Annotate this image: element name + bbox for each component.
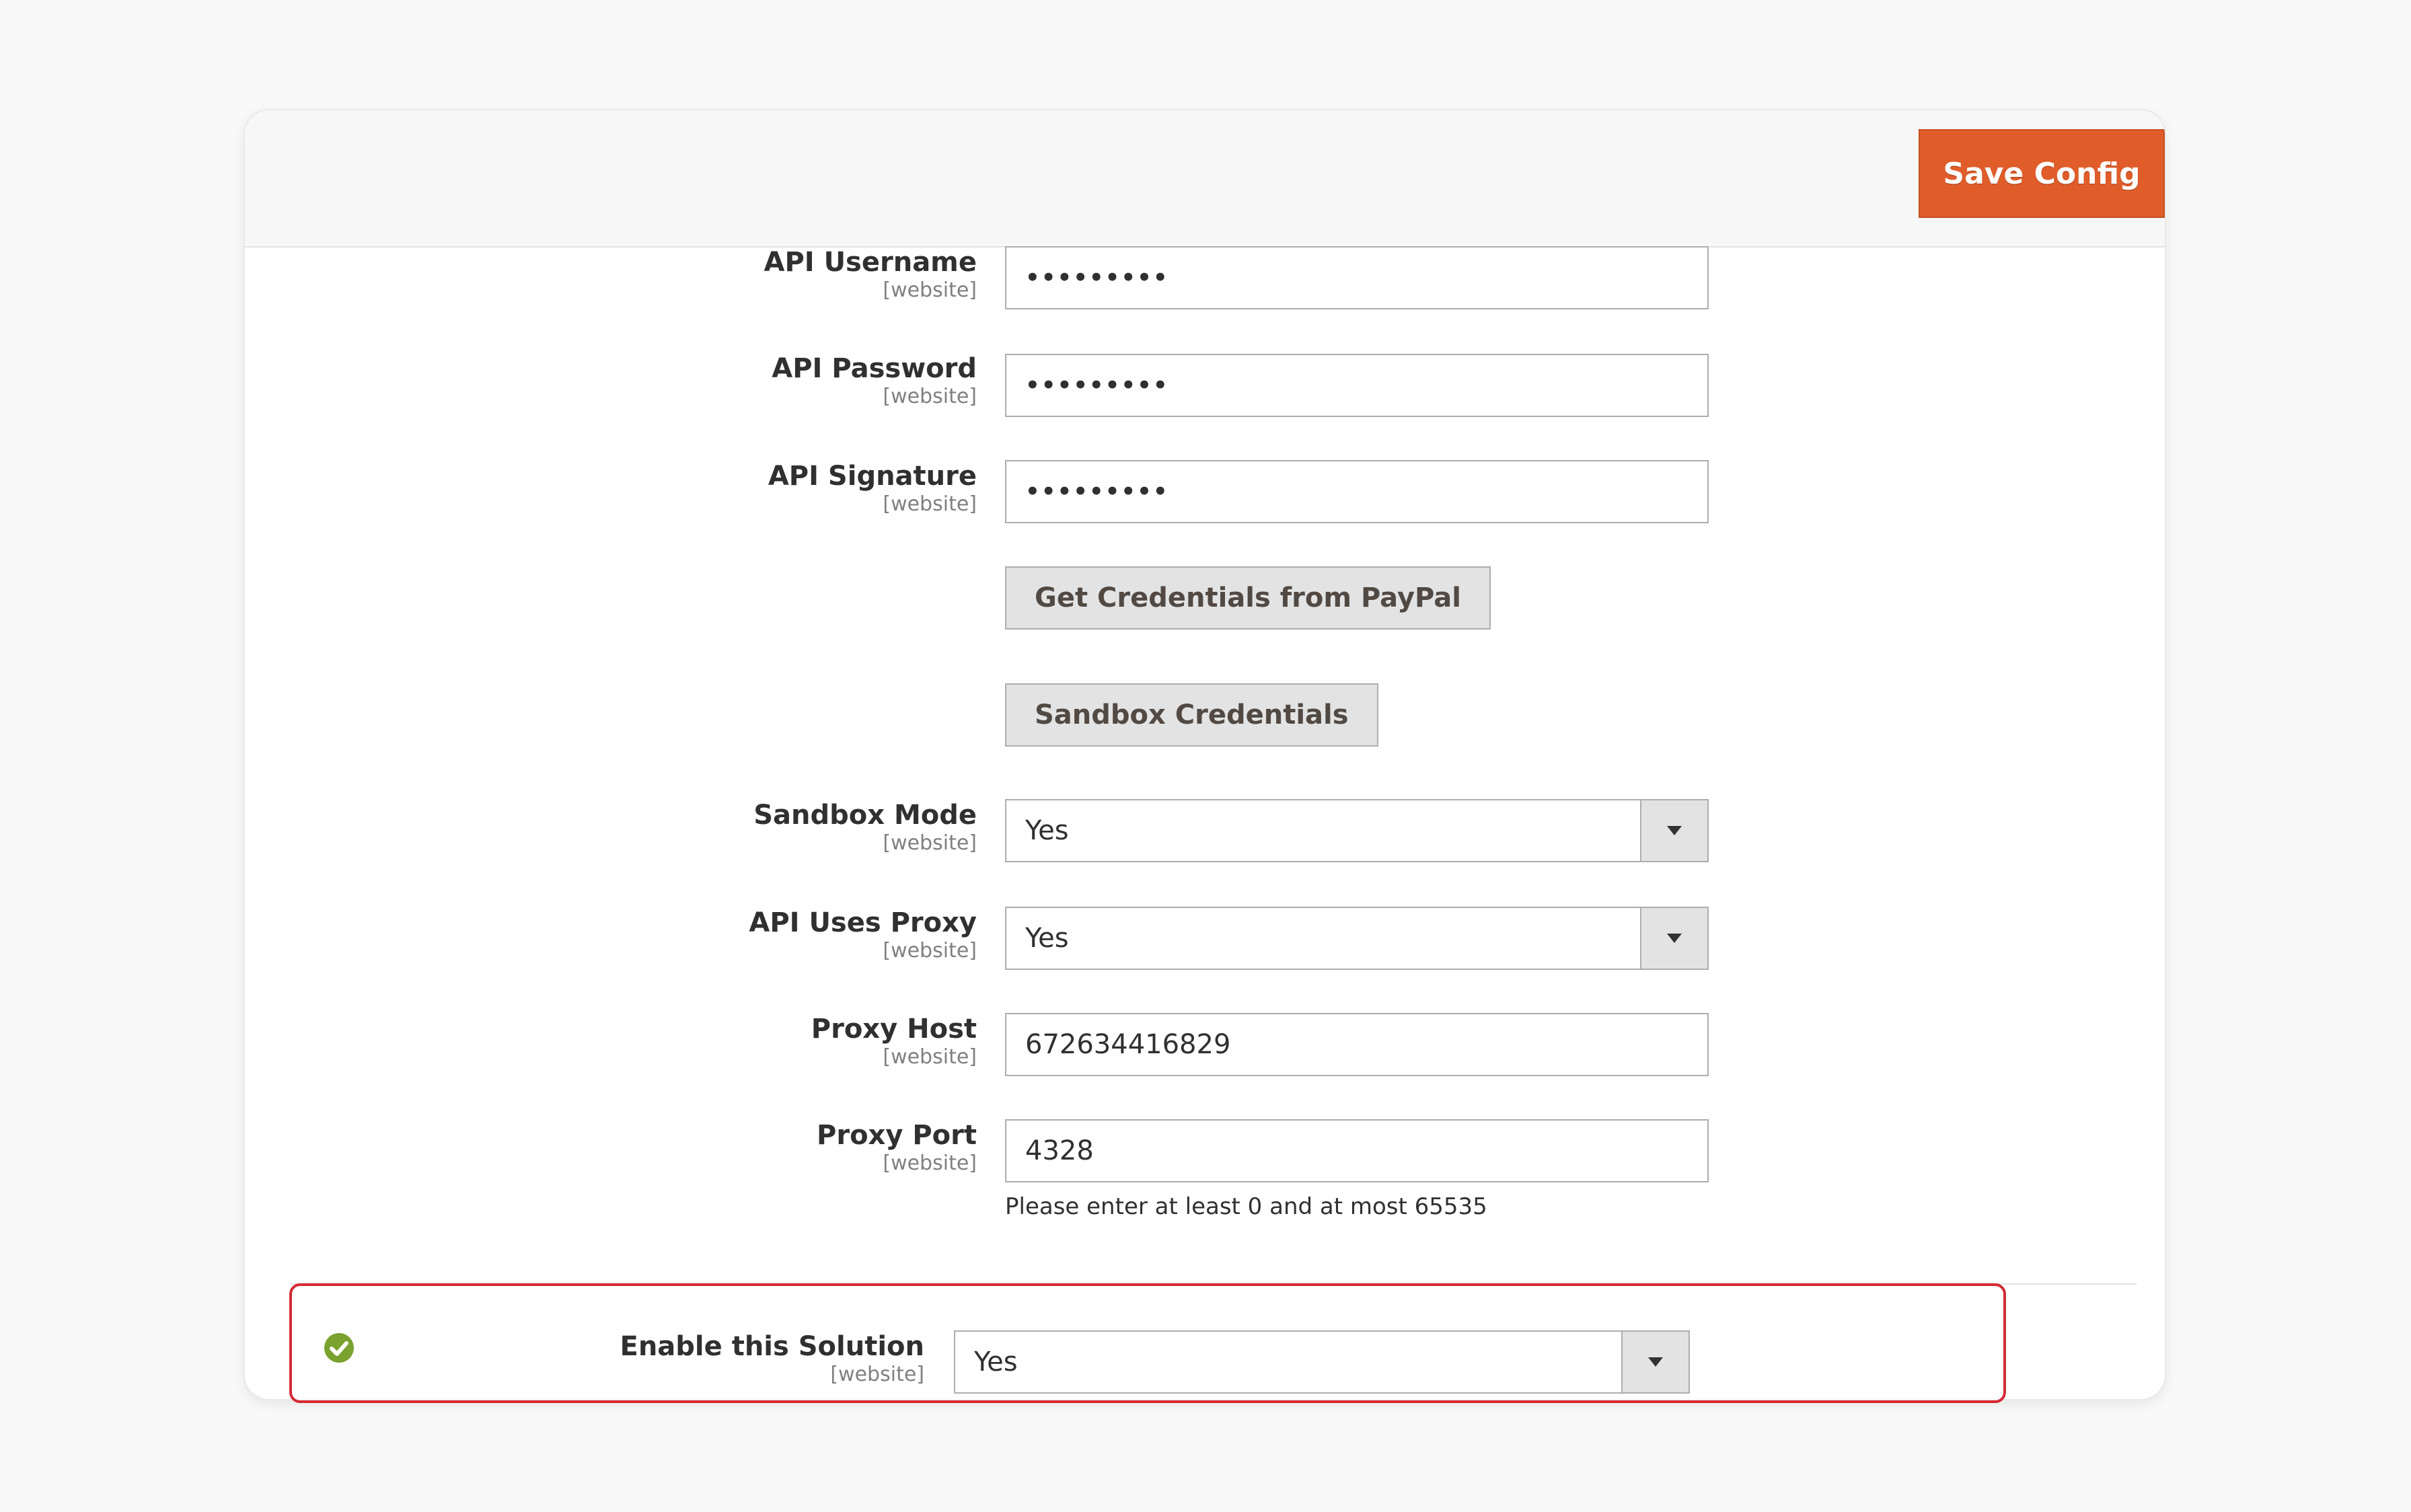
dropdown-toggle[interactable]: [1640, 908, 1707, 969]
get-credentials-button[interactable]: Get Credentials from PayPal: [1005, 566, 1491, 630]
enable-solution-select[interactable]: Yes: [954, 1330, 1690, 1394]
masked-value: •••••••••: [1025, 372, 1169, 399]
proxy-host-label: Proxy Host [website]: [811, 1013, 977, 1069]
proxy-host-input[interactable]: 672634416829: [1005, 1013, 1709, 1076]
save-config-button[interactable]: Save Config: [1919, 129, 2165, 218]
field-scope: [website]: [883, 831, 977, 855]
api-signature-label: API Signature [website]: [768, 460, 977, 517]
selected-value: Yes: [974, 1347, 1018, 1377]
field-label: API Username: [764, 247, 977, 278]
field-scope: [website]: [883, 385, 977, 408]
api-username-input[interactable]: •••••••••: [1005, 246, 1709, 309]
input-value: 4328: [1025, 1135, 1094, 1166]
field-scope: [website]: [883, 1151, 977, 1175]
masked-value: •••••••••: [1025, 264, 1169, 291]
field-scope: [website]: [883, 278, 977, 302]
field-scope: [website]: [883, 1045, 977, 1069]
masked-value: •••••••••: [1025, 478, 1169, 505]
api-uses-proxy-select[interactable]: Yes: [1005, 907, 1709, 970]
check-circle-icon: [324, 1333, 354, 1363]
proxy-port-label: Proxy Port [website]: [817, 1119, 977, 1176]
selected-value: Yes: [1025, 923, 1069, 954]
field-scope: [website]: [883, 939, 977, 962]
selected-value: Yes: [1025, 815, 1069, 846]
api-password-input[interactable]: •••••••••: [1005, 354, 1709, 417]
field-label: API Uses Proxy: [749, 907, 977, 938]
field-scope: [website]: [830, 1363, 924, 1386]
input-value: 672634416829: [1025, 1029, 1231, 1060]
field-scope: [website]: [883, 492, 977, 516]
chevron-down-icon: [1667, 826, 1682, 835]
api-signature-input[interactable]: •••••••••: [1005, 460, 1709, 523]
dropdown-toggle[interactable]: [1640, 800, 1707, 861]
field-label: Proxy Port: [817, 1120, 977, 1151]
field-label: Proxy Host: [811, 1014, 977, 1045]
sandbox-mode-select[interactable]: Yes: [1005, 799, 1709, 862]
enable-solution-label: Enable this Solution [website]: [620, 1330, 925, 1387]
dropdown-toggle[interactable]: [1621, 1332, 1689, 1392]
proxy-port-hint: Please enter at least 0 and at most 6553…: [1005, 1193, 1487, 1220]
page-actions-header: Save Config: [245, 110, 2165, 248]
api-password-label: API Password [website]: [772, 352, 977, 409]
sandbox-mode-label: Sandbox Mode [website]: [753, 799, 977, 856]
field-label: Enable this Solution: [620, 1331, 925, 1362]
field-label: API Signature: [768, 461, 977, 492]
api-uses-proxy-label: API Uses Proxy [website]: [749, 907, 977, 963]
chevron-down-icon: [1667, 934, 1682, 943]
proxy-port-input[interactable]: 4328: [1005, 1119, 1709, 1182]
field-label: Sandbox Mode: [753, 800, 977, 831]
field-label: API Password: [772, 353, 977, 384]
api-username-label: API Username [website]: [764, 246, 977, 303]
chevron-down-icon: [1648, 1357, 1663, 1367]
sandbox-credentials-button[interactable]: Sandbox Credentials: [1005, 683, 1378, 747]
